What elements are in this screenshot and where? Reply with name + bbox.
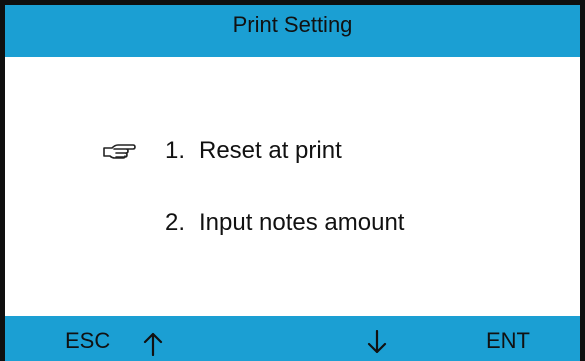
device-screen: Print Setting 1. Reset at print 2. Input n… bbox=[0, 0, 585, 361]
menu-list: 1. Reset at print 2. Input notes amount bbox=[5, 57, 580, 317]
menu-item-label: Input notes amount bbox=[199, 209, 405, 236]
title-bar: Print Setting bbox=[5, 5, 580, 57]
menu-item-input-notes-amount[interactable]: 2. Input notes amount bbox=[165, 211, 404, 235]
menu-item-number: 1. bbox=[165, 137, 186, 164]
esc-button[interactable]: ESC bbox=[65, 330, 110, 352]
menu-item-number: 2. bbox=[165, 209, 186, 236]
up-arrow-icon[interactable] bbox=[143, 332, 163, 356]
menu-item-label: Reset at print bbox=[199, 137, 342, 164]
pointing-hand-icon bbox=[103, 144, 136, 159]
down-arrow-icon[interactable] bbox=[367, 330, 387, 354]
ent-button[interactable]: ENT bbox=[486, 330, 530, 352]
soft-key-bar: ESC ENT bbox=[5, 316, 580, 361]
menu-item-reset-at-print[interactable]: 1. Reset at print bbox=[165, 139, 342, 163]
page-title: Print Setting bbox=[232, 12, 353, 37]
